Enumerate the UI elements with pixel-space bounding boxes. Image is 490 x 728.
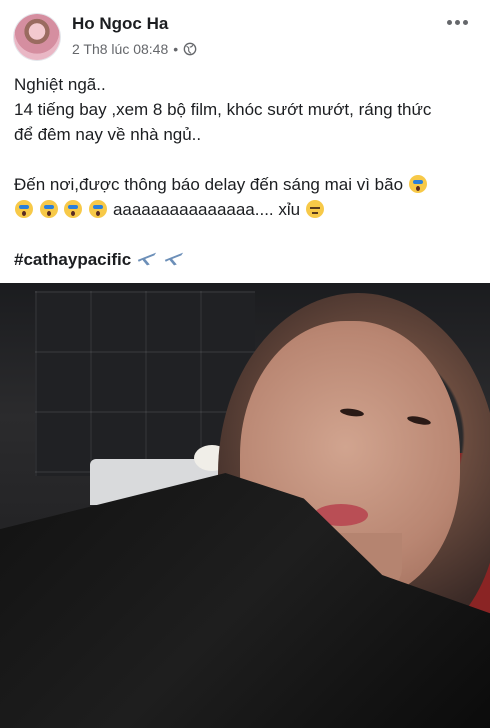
post-line-2: 14 tiếng bay ,xem 8 bộ film, khóc sướt m… bbox=[14, 100, 432, 119]
post-meta: 2 Th8 lúc 08:48 • bbox=[72, 41, 197, 57]
post-line-4: Đến nơi,được thông báo delay đến sáng ma… bbox=[14, 172, 476, 197]
screaming-face-emoji-icon bbox=[89, 200, 108, 218]
airplane-icon bbox=[164, 252, 183, 266]
post-line-3: để đêm nay về nhà ngủ.. bbox=[14, 125, 202, 144]
post-line-1: Nghiệt ngã.. bbox=[14, 75, 106, 94]
author-avatar[interactable] bbox=[14, 14, 60, 60]
hashtag-link[interactable]: #cathaypacific bbox=[14, 250, 131, 269]
hashtag-line: #cathaypacific bbox=[14, 247, 476, 272]
separator-dot: • bbox=[173, 41, 179, 57]
screaming-face-emoji-icon bbox=[408, 175, 427, 193]
screaming-face-emoji-icon bbox=[39, 200, 58, 218]
post-timestamp[interactable]: 2 Th8 lúc 08:48 bbox=[72, 41, 168, 57]
more-options-icon bbox=[462, 19, 468, 25]
more-options-icon bbox=[446, 19, 452, 25]
post-photo[interactable] bbox=[0, 283, 490, 728]
post-line-5: aaaaaaaaaaaaaaa.... xỉu bbox=[14, 197, 476, 222]
screaming-face-emoji-icon bbox=[64, 200, 83, 218]
post-header: Ho Ngoc Ha 2 Th8 lúc 08:48 • bbox=[0, 0, 490, 70]
author-name[interactable]: Ho Ngoc Ha bbox=[72, 14, 168, 34]
globe-icon[interactable] bbox=[183, 42, 197, 56]
more-options-button[interactable] bbox=[442, 12, 472, 32]
post-line-4-text: Đến nơi,được thông báo delay đến sáng ma… bbox=[14, 175, 404, 194]
facebook-post: Ho Ngoc Ha 2 Th8 lúc 08:48 • Nghiệt ngã.… bbox=[0, 0, 490, 728]
screaming-face-emoji-icon bbox=[15, 200, 33, 218]
post-content: Nghiệt ngã.. 14 tiếng bay ,xem 8 bộ film… bbox=[14, 72, 476, 272]
more-options-icon bbox=[454, 19, 460, 25]
airplane-icon bbox=[137, 252, 157, 266]
post-line-5-text: aaaaaaaaaaaaaaa.... xỉu bbox=[112, 200, 301, 219]
tired-face-emoji-icon bbox=[305, 200, 324, 218]
